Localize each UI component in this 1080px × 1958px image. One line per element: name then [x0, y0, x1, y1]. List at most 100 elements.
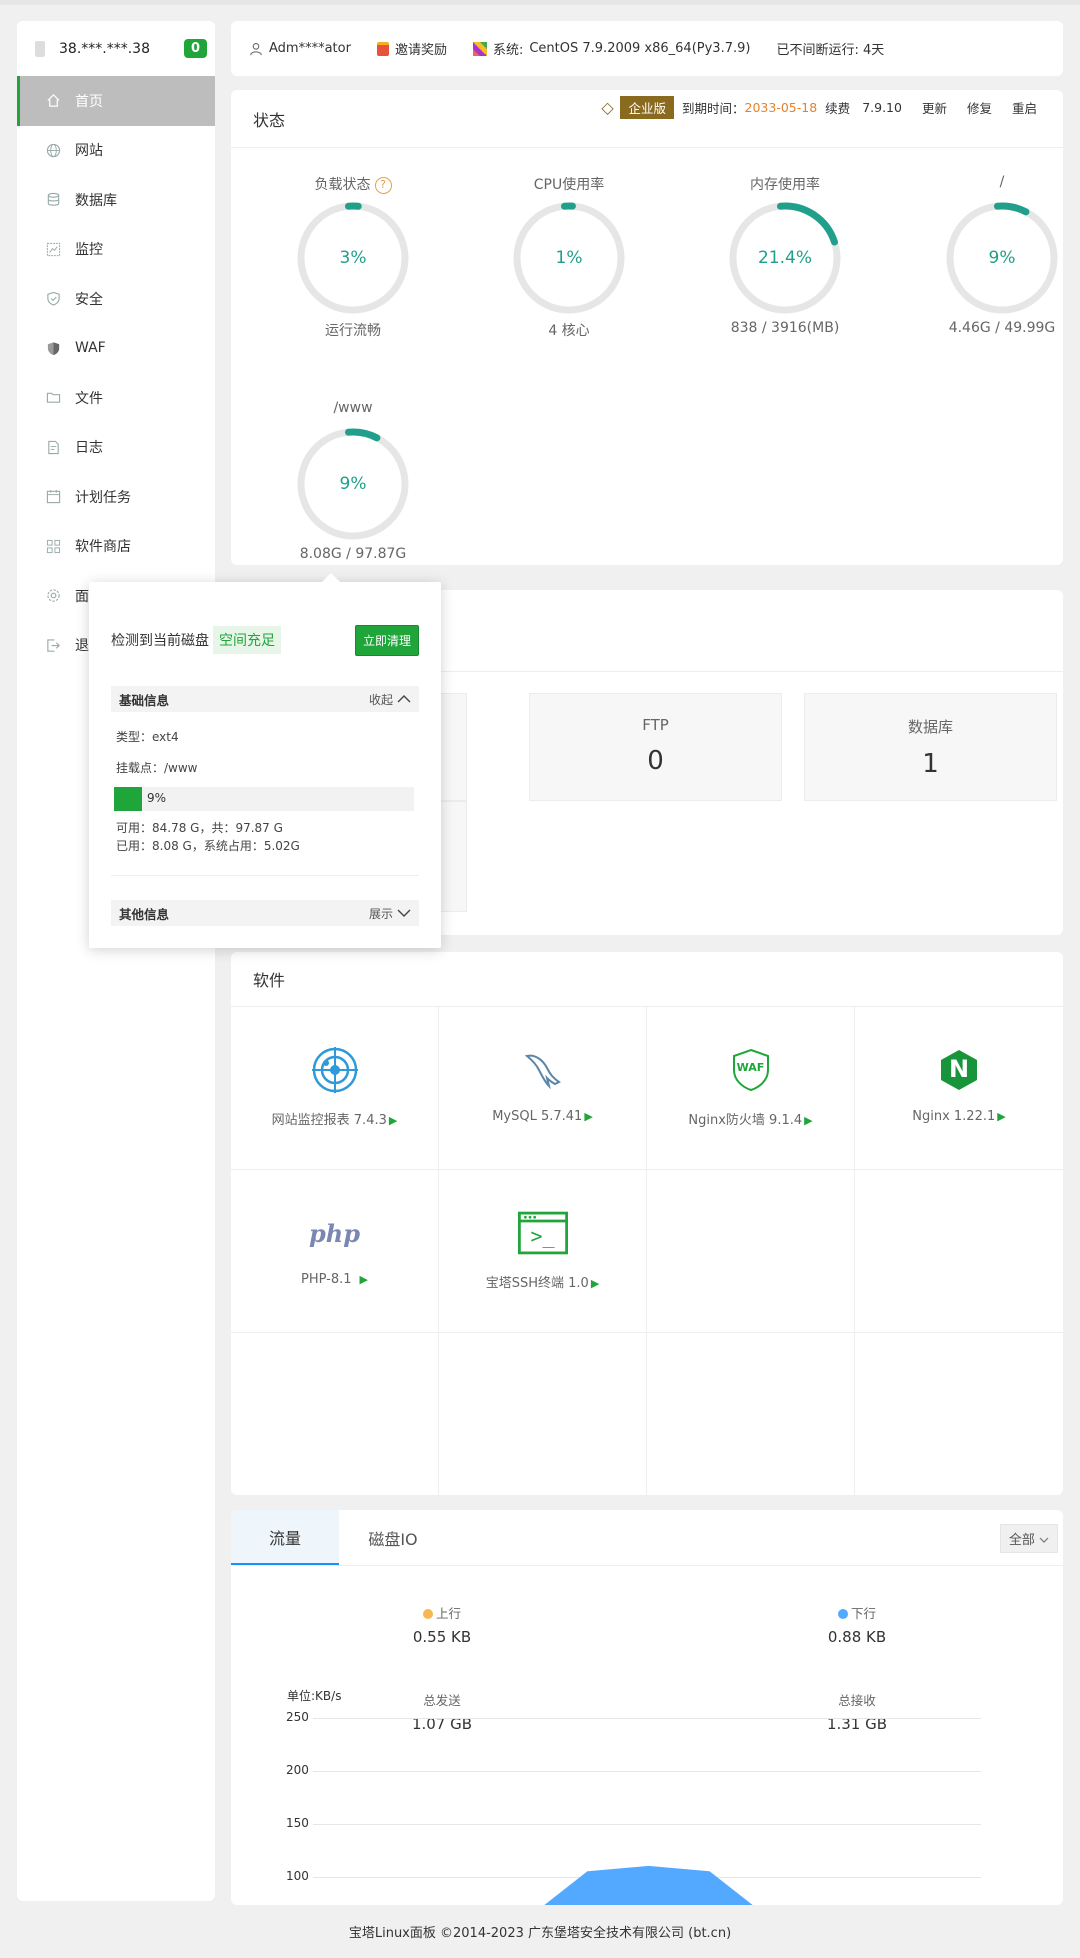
gauge-load[interactable]: 负载状态? 3% 运行流畅	[263, 174, 443, 340]
software-item-php[interactable]: php PHP-8.1 ▶	[231, 1170, 439, 1333]
database-icon	[45, 192, 61, 208]
gauge-title: /	[999, 174, 1005, 190]
gauge-sub: 运行流畅	[325, 323, 381, 339]
expand-toggle[interactable]: 展示	[369, 905, 411, 922]
software-slot-empty	[647, 1170, 855, 1333]
sidebar-item-label: 退	[75, 638, 89, 655]
gauge-ring: 3%	[295, 200, 411, 316]
collapse-toggle[interactable]: 收起	[369, 691, 411, 708]
software-name: 宝塔SSH终端 1.0 ▶	[439, 1272, 646, 1291]
php-logo-text: php	[309, 1218, 361, 1248]
software-item-nginx[interactable]: N Nginx 1.22.1 ▶	[855, 1007, 1063, 1170]
disk-available: 可用：84.78 G，共：97.87 G	[116, 821, 283, 835]
overview-box-ftp[interactable]: FTP 0	[529, 693, 782, 801]
server-header: 38.***.***.38 0	[17, 21, 215, 76]
software-slot-empty	[855, 1170, 1063, 1333]
nginx-icon: N	[934, 1045, 984, 1095]
disk-used: 已用：8.08 G，系统占用：5.02G	[116, 839, 300, 853]
sidebar-item-cron[interactable]: 计划任务	[17, 472, 215, 522]
user-icon	[250, 42, 262, 55]
software-name-text: PHP-8.1	[300, 1272, 352, 1287]
gift-icon	[376, 41, 389, 56]
expand-label: 展示	[368, 906, 393, 921]
status-header: 状态 ◇ 企业版 到期时间： 2033-05-18 续费 7.9.10 更新 修…	[231, 90, 1063, 148]
software-item-ssh-terminal[interactable]: >_ 宝塔SSH终端 1.0 ▶	[439, 1170, 647, 1333]
software-slot-empty	[647, 1333, 855, 1495]
sidebar-item-store[interactable]: 软件商店	[17, 522, 215, 572]
server-icon	[35, 40, 45, 57]
software-name-text: 宝塔SSH终端 1.0	[485, 1276, 589, 1291]
calendar-icon	[45, 489, 61, 505]
folder-icon	[45, 390, 61, 406]
sidebar-item-files[interactable]: 文件	[17, 373, 215, 423]
monitor-icon	[45, 241, 61, 257]
renew-link[interactable]: 续费	[825, 98, 850, 117]
software-item-mysql[interactable]: MySQL 5.7.41 ▶	[439, 1007, 647, 1170]
user-info[interactable]: Adm****ator	[249, 41, 351, 56]
terminal-icon: >_	[517, 1208, 568, 1258]
gauge-disk-root[interactable]: / 9% 4.46G / 49.99G	[912, 174, 1063, 336]
username: Adm****ator	[269, 41, 351, 56]
php-icon: php	[309, 1208, 361, 1258]
sidebar-item-home[interactable]: 首页	[17, 76, 215, 126]
update-link[interactable]: 更新	[922, 98, 947, 117]
status-card: 状态 ◇ 企业版 到期时间： 2033-05-18 续费 7.9.10 更新 修…	[231, 90, 1063, 565]
gauge-ring: 9%	[295, 426, 411, 542]
gauge-title: /www	[333, 400, 373, 416]
license-info: ◇ 企业版 到期时间： 2033-05-18 续费 7.9.10 更新 修复 重…	[594, 96, 1037, 119]
message-badge[interactable]: 0	[183, 39, 207, 58]
invite-label: 邀请奖励	[394, 43, 447, 58]
software-item-nginx-waf[interactable]: WAF Nginx防火墙 9.1.4 ▶	[647, 1007, 855, 1170]
restart-link[interactable]: 重启	[1012, 98, 1037, 117]
clean-now-button[interactable]: 立即清理	[354, 624, 419, 656]
sidebar-item-monitor[interactable]: 监控	[17, 225, 215, 275]
sidebar-item-label: WAF	[75, 340, 106, 357]
logout-icon	[45, 637, 61, 653]
software-header: 软件	[231, 952, 1063, 1007]
gauge-percent: 1%	[555, 248, 583, 268]
overview-box-database[interactable]: 数据库 1	[804, 693, 1057, 801]
sidebar-item-security[interactable]: 安全	[17, 274, 215, 324]
gauge-sub: 4 核心	[548, 323, 590, 339]
gauge-title: CPU使用率	[533, 177, 605, 193]
repair-link[interactable]: 修复	[967, 98, 992, 117]
gauge-percent: 3%	[339, 248, 367, 268]
sidebar-item-label: 监控	[75, 242, 103, 259]
diamond-icon: ◇	[601, 97, 614, 117]
sidebar-item-logs[interactable]: 日志	[17, 423, 215, 473]
software-card: 软件 网站监控报表 7.4.3 ▶ MySQL 5.7.41 ▶ WAF Nginx…	[231, 952, 1063, 1495]
other-info-header: 其他信息 展示	[111, 900, 419, 926]
basic-info-title: 基础信息	[119, 692, 170, 708]
gauge-cpu[interactable]: CPU使用率 1% 4 核心	[479, 174, 659, 340]
gauge-disk-www[interactable]: /www 9% 8.08G / 97.87G	[263, 400, 443, 562]
sidebar-item-database[interactable]: 数据库	[17, 175, 215, 225]
uptime: 已不间断运行: 4天	[776, 39, 884, 58]
waf-icon: WAF	[726, 1045, 776, 1095]
chevron-up-icon	[397, 695, 411, 703]
gauge-memory[interactable]: 内存使用率 21.4% 838 / 3916(MB)	[695, 174, 875, 336]
radar-icon	[310, 1045, 360, 1095]
disk-usage-bar: 9%	[114, 787, 414, 811]
sidebar-item-website[interactable]: 网站	[17, 126, 215, 176]
gauge-percent: 21.4%	[757, 248, 812, 268]
enterprise-badge: ◇ 企业版	[594, 96, 674, 119]
traffic-card: 流量 磁盘IO 全部 上行 0.55 KB 下行 0.88 KB 总发送 1.0…	[231, 1510, 1063, 1905]
expire-label: 到期时间：	[682, 101, 745, 116]
system-label: 系统:	[492, 43, 524, 58]
software-grid: 网站监控报表 7.4.3 ▶ MySQL 5.7.41 ▶ WAF Nginx防火墙…	[231, 1007, 1063, 1495]
software-item-site-monitor[interactable]: 网站监控报表 7.4.3 ▶	[231, 1007, 439, 1170]
help-icon[interactable]: ?	[374, 176, 392, 194]
top-bar: Adm****ator 邀请奖励 系统: CentOS 7.9.2009 x86…	[231, 21, 1063, 76]
gauge-sub: 4.46G / 49.99G	[948, 320, 1056, 336]
gauge-sub: 838 / 3916(MB)	[730, 320, 840, 336]
overview-box-title: FTP	[642, 716, 669, 734]
gauge-title: 内存使用率	[750, 177, 820, 193]
disk-type: 类型：ext4	[116, 730, 179, 744]
sidebar-item-waf[interactable]: WAF	[17, 324, 215, 374]
disk-usage-percent: 9%	[147, 791, 167, 805]
play-icon: ▶	[804, 1114, 813, 1127]
play-icon: ▶	[997, 1110, 1006, 1123]
popover-arrow	[322, 573, 340, 582]
invite-reward-link[interactable]: 邀请奖励	[376, 39, 447, 58]
gauge-ring: 9%	[944, 200, 1060, 316]
